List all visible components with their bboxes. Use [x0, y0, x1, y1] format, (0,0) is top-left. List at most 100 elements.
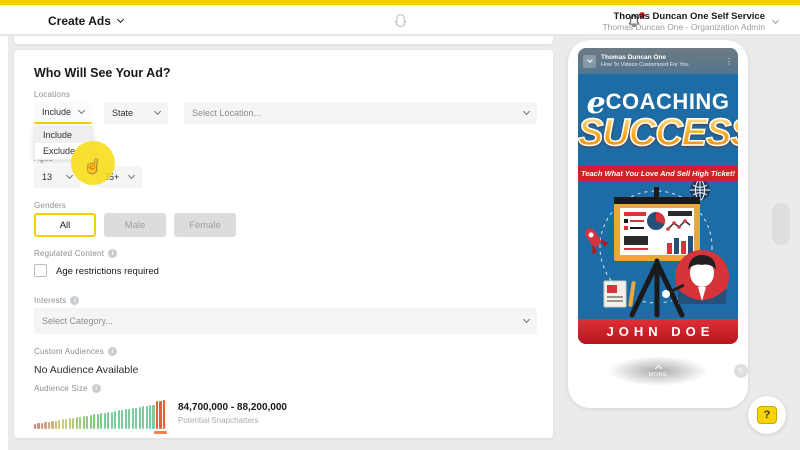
menu-option-exclude[interactable]: Exclude: [35, 143, 91, 159]
audience-chart-bar: [40, 422, 44, 429]
audience-chart-bar: [93, 414, 96, 429]
regulated-content-label: Regulated Content i: [34, 249, 118, 258]
audience-targeting-card: Who Will See Your Ad? Locations Include …: [14, 50, 553, 438]
gender-female-button[interactable]: Female: [174, 213, 236, 237]
audience-chart-bar: [107, 412, 110, 429]
age-restrictions-label: Age restrictions required: [56, 266, 159, 277]
info-icon: i: [108, 249, 118, 258]
age-min-select[interactable]: 13: [34, 166, 80, 188]
genders-label: Genders: [34, 201, 67, 210]
audience-chart-bar: [138, 406, 141, 429]
audience-chart-bar: [68, 418, 71, 429]
locations-label: Locations: [34, 90, 71, 99]
help-chat-icon: ?: [757, 406, 777, 424]
state-value: State: [112, 108, 134, 118]
chevron-down-icon: [522, 107, 531, 116]
chevron-down-icon: [77, 106, 86, 115]
location-search-select[interactable]: Select Location...: [184, 102, 537, 124]
account-role: Thomas Duncan One - Organization Admin: [602, 22, 765, 32]
section-heading: Who Will See Your Ad?: [34, 66, 171, 80]
audience-chart-bar: [34, 424, 37, 429]
audience-chart-bar: [128, 408, 131, 429]
audience-chart-bar: [65, 418, 68, 429]
interests-category-select[interactable]: Select Category...: [34, 308, 537, 334]
ad-account-title: Thomas Duncan One: [601, 53, 667, 61]
audience-chart-bar: [131, 408, 134, 429]
audience-chart-bar: [162, 400, 166, 429]
audience-chart-bar: [96, 413, 99, 429]
audience-size-chart: [34, 397, 166, 429]
gender-male-button[interactable]: Male: [104, 213, 166, 237]
account-menu[interactable]: Thomas Duncan One Self Service Thomas Du…: [602, 11, 780, 32]
audience-chart-bar: [44, 422, 47, 429]
ad-preview-header: Thomas Duncan One How To Videos Customiz…: [578, 48, 738, 74]
preview-scrollbar-thumb[interactable]: [772, 203, 790, 245]
audience-chart-bar: [110, 411, 113, 429]
audience-size-label: Audience Size i: [34, 384, 101, 393]
create-ads-dropdown[interactable]: Create Ads: [48, 14, 124, 28]
location-include-select[interactable]: Include: [34, 102, 92, 124]
ad-preview-phone: Thomas Duncan One How To Videos Customiz…: [568, 40, 748, 408]
ads-manager-app: Create Ads Thomas Duncan One Self Servic…: [0, 0, 800, 450]
chevron-down-icon: [116, 15, 124, 24]
audience-chart-bar: [82, 416, 85, 429]
rocket-icon: [584, 228, 610, 255]
audience-estimate-range: 84,700,000 - 88,200,000: [178, 402, 287, 413]
audience-estimate-label: Potential Snapchatters: [178, 416, 259, 425]
age-range-separator: -: [85, 171, 88, 181]
audience-chart-bar: [148, 405, 152, 429]
collapsed-sidebar-edge: [0, 36, 8, 450]
include-exclude-menu: Include Exclude: [34, 126, 92, 160]
chevron-down-icon: [771, 16, 780, 24]
audience-chart-bar: [117, 410, 120, 429]
audience-chart-bar: [75, 417, 78, 429]
audience-chart-bar: [86, 415, 89, 429]
document-icon: [603, 280, 627, 308]
ad-author-band: JOHN DOE: [578, 319, 738, 344]
audience-chart-bar: [79, 416, 82, 429]
audience-chart-bar: [121, 409, 124, 429]
audience-chart-bar: [58, 420, 61, 429]
chevron-down-icon: [153, 107, 162, 116]
ad-campaign-subtitle: How To Videos Customized For You: [601, 61, 689, 68]
ad-illustration: [578, 179, 738, 319]
audience-size-chart-highlight: [154, 431, 167, 434]
info-icon: i: [107, 347, 117, 356]
top-navigation-bar: Create Ads Thomas Duncan One Self Servic…: [0, 5, 800, 35]
collapse-chevron-icon: [583, 54, 596, 68]
audience-chart-bar: [135, 407, 138, 429]
age-min-value: 13: [42, 172, 53, 182]
help-button[interactable]: ?: [748, 396, 786, 434]
ad-headline-success: SUCCESS!: [578, 111, 738, 155]
audience-chart-bar: [37, 423, 40, 429]
menu-option-include[interactable]: Include: [35, 127, 91, 143]
age-max-select[interactable]: 35+: [96, 166, 142, 188]
chevron-down-icon: [127, 171, 136, 180]
audience-chart-bar: [61, 419, 64, 429]
age-max-value: 35+: [104, 172, 120, 182]
more-swipe-hint: MORE: [608, 356, 708, 386]
interests-label: Interests i: [34, 296, 80, 305]
previous-section-card-edge: [14, 36, 553, 44]
ad-creative-preview: Thomas Duncan One How To Videos Customiz…: [578, 48, 738, 344]
chevron-down-icon: [65, 171, 74, 180]
chevron-up-icon: [654, 364, 662, 372]
audience-chart-bar: [142, 406, 145, 429]
info-icon: i: [91, 384, 101, 393]
chevron-down-icon: [522, 315, 531, 324]
age-restrictions-checkbox[interactable]: [34, 264, 47, 277]
no-audience-text: No Audience Available: [34, 364, 139, 376]
audience-chart-bar: [54, 420, 57, 429]
audience-chart-bar: [103, 412, 106, 429]
info-icon: i: [70, 296, 80, 305]
gender-all-button[interactable]: All: [34, 213, 96, 237]
account-name: Thomas Duncan One Self Service: [613, 11, 765, 22]
kebab-menu-icon: ⋮: [725, 56, 733, 66]
location-type-select[interactable]: State: [104, 102, 168, 124]
audience-chart-bar: [72, 417, 75, 429]
include-value: Include: [42, 107, 72, 117]
category-placeholder: Select Category...: [42, 316, 113, 326]
audience-chart-bar: [124, 409, 127, 429]
audience-chart-bar: [89, 414, 92, 429]
audience-chart-bar: [145, 405, 148, 429]
